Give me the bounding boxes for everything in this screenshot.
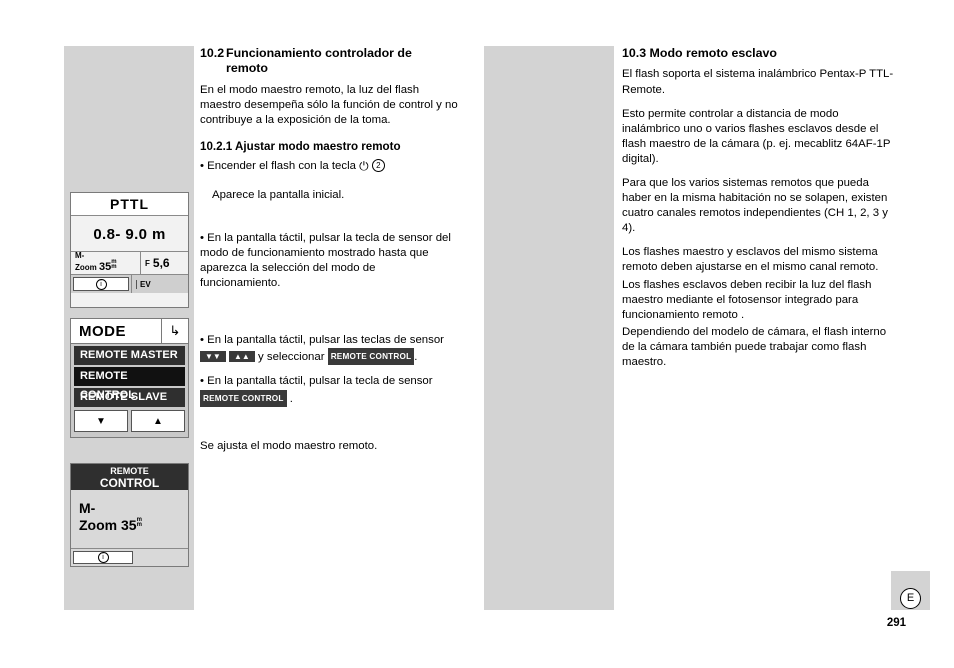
- paragraph-10-3-3: Para que los varios sistemas remotos que…: [622, 176, 888, 235]
- sensor-key-down-icon: ▼▼: [200, 351, 226, 363]
- info-icon: i: [97, 552, 109, 563]
- illustration-column-middle: [484, 46, 614, 610]
- section-number-10-2: 10.2: [200, 46, 225, 60]
- lcd-remote-body: M- Zoom 35m m: [71, 490, 188, 534]
- bullet-press-sensor-key: • En la pantalla táctil, pulsar la tecla…: [200, 231, 451, 290]
- key-label-remote-control-2: REMOTE CONTROL: [200, 389, 287, 407]
- text-column-left: 10.2 Funcionamiento controlador de remoto…: [200, 46, 458, 463]
- lcd-zoom-unit: mm: [111, 259, 117, 270]
- lcd-remote-control-screen: REMOTE CONTROL M- Zoom 35m m i: [70, 463, 189, 567]
- lcd-remote-zoom-label: Zoom: [79, 517, 118, 533]
- lcd-arrow-row: ▼ ▲: [74, 410, 185, 432]
- page-number: 291: [886, 617, 906, 629]
- closing-statement: Se ajusta el modo maestro remoto.: [200, 439, 378, 452]
- paragraph-10-2-intro: En el modo maestro remoto, la luz del fl…: [200, 83, 458, 126]
- paragraph-10-3-5: Los flashes esclavos deben recibir la lu…: [622, 278, 872, 321]
- section-heading-10-2: 10.2 Funcionamiento controlador de remoto: [200, 46, 458, 77]
- lcd-option-remote-slave[interactable]: REMOTE SLAVE: [74, 388, 185, 407]
- lcd-option-remote-master[interactable]: REMOTE MASTER: [74, 346, 185, 365]
- lcd-params-row: M- Zoom 35m m F 5,6: [71, 251, 188, 274]
- section-title-10-2: Funcionamiento controlador de remoto: [226, 46, 412, 76]
- lcd-remote-header-line2: CONTROL: [99, 476, 160, 490]
- subsection-heading-10-2-1: 10.2.1 Ajustar modo maestro remoto: [200, 140, 401, 154]
- paragraph-10-3-1: El flash soporta el sistema inalámbrico …: [622, 68, 894, 96]
- paragraph-10-3-6: Dependiendo del modelo de cámara, el fla…: [622, 325, 887, 368]
- lcd-remote-header: REMOTE CONTROL: [71, 464, 188, 490]
- lcd-remote-zoom-line: Zoom 35m m: [79, 517, 188, 534]
- key-label-remote-control: REMOTE CONTROL: [327, 348, 415, 366]
- bullet-select-remote-control: • En la pantalla táctil, pulsar las tecl…: [200, 333, 458, 366]
- language-code-badge: E: [900, 588, 921, 609]
- text-column-right: 10.3 Modo remoto esclavo El flash soport…: [622, 46, 894, 379]
- lcd-mode-heading: MODE: [79, 322, 126, 340]
- callout-number: 2: [371, 158, 385, 172]
- lcd-remote-zoom-unit: mm: [136, 517, 142, 528]
- paragraph-10-3-2: Esto permite controlar a distancia de mo…: [622, 107, 891, 165]
- lcd-mode-screen: MODE ↳ REMOTE MASTER REMOTE CONTROL REMO…: [70, 318, 189, 438]
- lcd-distance-range: 0.8- 9.0 m: [93, 226, 166, 243]
- bullet-power-on: • Encender el flash con la tecla ⏻ 2: [200, 158, 458, 174]
- lcd-remote-zoom-value: 35: [121, 517, 137, 533]
- sensor-key-up-icon: ▲▲: [229, 351, 255, 363]
- return-arrow-icon[interactable]: ↳: [161, 319, 188, 343]
- section-heading-10-3: 10.3 Modo remoto esclavo: [622, 46, 777, 60]
- bullet-select-text-end: .: [414, 351, 418, 364]
- lcd-info-button[interactable]: i: [73, 277, 129, 291]
- lcd-arrow-up-button[interactable]: ▲: [131, 410, 185, 432]
- bullet-select-text-mid: y seleccionar: [258, 351, 325, 364]
- lcd-zoom-field: M- Zoom 35m m: [71, 249, 140, 274]
- bullet-select-text-pre: • En la pantalla táctil, pulsar las tecl…: [200, 334, 444, 347]
- lcd-mode-title: PTTL: [71, 193, 188, 216]
- lcd-remote-m-label: M-: [79, 500, 96, 516]
- lcd-zoom-label: Zoom: [75, 263, 97, 272]
- lcd-ev-field: EV: [131, 275, 188, 293]
- bullet-confirm-text-end: .: [289, 392, 293, 405]
- lcd-mode-header: MODE ↳: [71, 319, 188, 344]
- lcd-remote-info-button[interactable]: i: [73, 551, 133, 564]
- lcd-aperture-field: F 5,6: [140, 252, 188, 274]
- lcd-f-value: 5,6: [152, 256, 170, 270]
- lcd-f-tag: F: [145, 258, 150, 268]
- bullet-confirm-remote-control: • En la pantalla táctil, pulsar la tecla…: [200, 374, 458, 407]
- lcd-option-remote-control[interactable]: REMOTE CONTROL: [74, 367, 185, 401]
- lcd-bottom-bar: i EV: [71, 274, 188, 293]
- paragraph-10-3-4: Los flashes maestro y esclavos del mismo…: [622, 246, 879, 274]
- lcd-arrow-down-button[interactable]: ▼: [74, 410, 128, 432]
- power-icon: ⏻: [359, 158, 369, 173]
- info-icon: i: [95, 278, 107, 290]
- manual-page: PTTL 0.8- 9.0 m M- Zoom 35m m F 5,6 i EV …: [0, 0, 954, 668]
- lcd-initial-screen: PTTL 0.8- 9.0 m M- Zoom 35m m F 5,6 i EV: [70, 192, 189, 308]
- bullet-power-on-text: • Encender el flash con la tecla: [200, 159, 356, 172]
- lcd-zoom-value: 35: [99, 261, 112, 273]
- lcd-remote-bottom-bar: i: [71, 548, 188, 566]
- note-initial-display: Aparece la pantalla inicial.: [212, 188, 345, 201]
- bullet-confirm-text-pre: • En la pantalla táctil, pulsar la tecla…: [200, 375, 433, 388]
- lcd-m-label: M-: [75, 251, 85, 260]
- lcd-ev-label: EV: [136, 279, 151, 289]
